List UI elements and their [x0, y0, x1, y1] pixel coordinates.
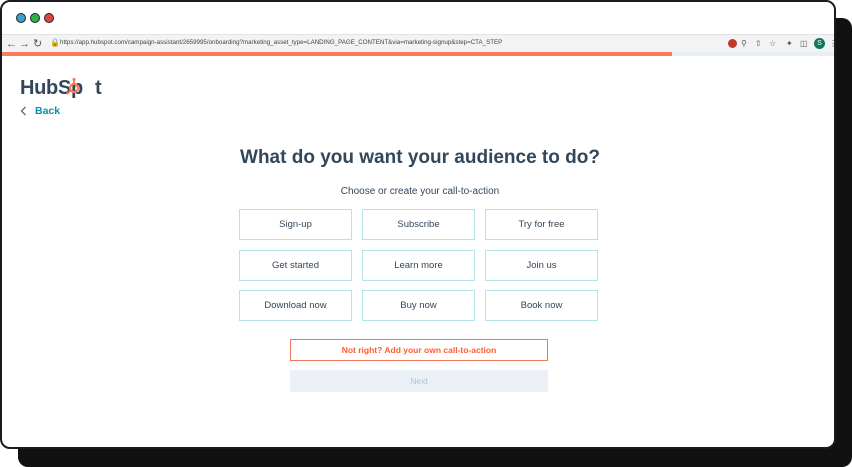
logo-text-b: t — [94, 77, 102, 99]
forward-arrow-icon[interactable]: → — [19, 37, 30, 51]
more-menu-icon[interactable]: ⋮ — [829, 38, 834, 50]
title-bar — [2, 2, 834, 34]
share-icon[interactable]: ⇧ — [755, 38, 762, 50]
window-control-red[interactable] — [44, 13, 54, 23]
browser-window: ← → ↻ 🔒 https://app.hubspot.com/campaign… — [0, 0, 836, 449]
sidebar-icon[interactable]: ◫ — [800, 38, 808, 50]
progress-bar — [2, 52, 834, 56]
cta-option-learn-more[interactable]: Learn more — [362, 250, 475, 281]
cta-option-subscribe[interactable]: Subscribe — [362, 209, 475, 240]
chevron-left-icon — [20, 106, 26, 116]
record-icon[interactable] — [728, 39, 737, 48]
star-icon[interactable]: ☆ — [769, 38, 776, 50]
cta-option-join-us[interactable]: Join us — [485, 250, 598, 281]
cta-option-sign-up[interactable]: Sign-up — [239, 209, 352, 240]
page-subtitle: Choose or create your call-to-action — [340, 186, 500, 197]
window-control-green[interactable] — [30, 13, 40, 23]
cta-option-get-started[interactable]: Get started — [239, 250, 352, 281]
next-button[interactable]: Next — [290, 370, 548, 392]
page-title: What do you want your audience to do? — [240, 147, 600, 168]
back-arrow-icon[interactable]: ← — [6, 37, 17, 51]
progress-bar-fill — [2, 52, 672, 56]
add-own-cta-button[interactable]: Not right? Add your own call-to-action — [290, 339, 548, 361]
window-control-teal[interactable] — [16, 13, 26, 23]
profile-avatar[interactable]: S — [814, 38, 825, 49]
browser-toolbar: ← → ↻ 🔒 https://app.hubspot.com/campaign… — [2, 34, 834, 53]
hubspot-logo[interactable]: HubSp t — [20, 77, 102, 100]
lock-icon: 🔒 — [50, 38, 60, 47]
cta-option-book-now[interactable]: Book now — [485, 290, 598, 321]
zoom-icon[interactable]: ⚲ — [741, 38, 747, 50]
cta-option-try-for-free[interactable]: Try for free — [485, 209, 598, 240]
back-link[interactable]: Back — [20, 105, 60, 117]
extensions-icon[interactable]: ✦ — [786, 38, 793, 50]
cta-option-download-now[interactable]: Download now — [239, 290, 352, 321]
back-label: Back — [35, 105, 61, 117]
address-bar[interactable]: https://app.hubspot.com/campaign-assista… — [60, 39, 502, 46]
cta-option-buy-now[interactable]: Buy now — [362, 290, 475, 321]
sprocket-icon — [66, 77, 80, 95]
reload-icon[interactable]: ↻ — [33, 37, 42, 51]
